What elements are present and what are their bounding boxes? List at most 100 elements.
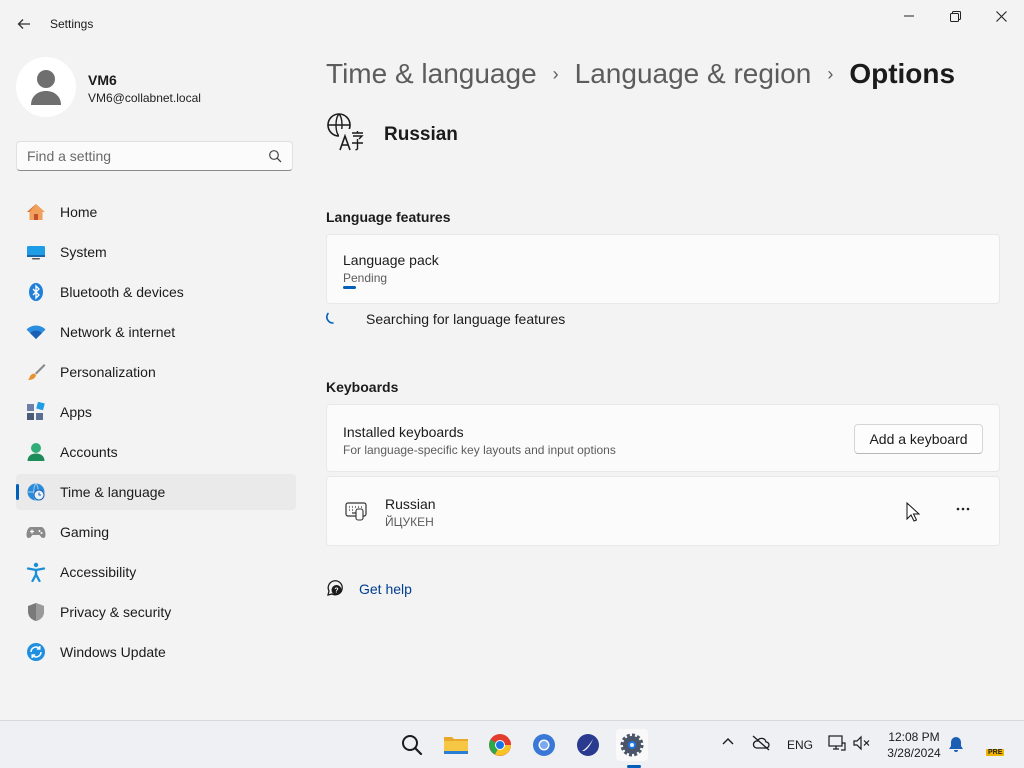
sidebar-item-time-language[interactable]: Time & language: [16, 474, 296, 510]
search-icon: [402, 735, 423, 756]
input-language-indicator[interactable]: ENG: [787, 738, 813, 752]
taskbar-file-explorer[interactable]: [440, 729, 472, 761]
sidebar-item-apps[interactable]: Apps: [16, 394, 296, 430]
sidebar-nav: Home System Bluetooth & devices Network …: [16, 194, 296, 674]
show-hidden-icons-button[interactable]: [722, 736, 734, 751]
network-button[interactable]: [828, 735, 846, 754]
ellipsis-icon: [956, 507, 970, 511]
language-pack-title: Language pack: [343, 252, 439, 268]
home-icon: [26, 202, 46, 222]
language-pack-progress-bar: [343, 286, 356, 289]
svg-text:?: ?: [334, 588, 338, 595]
preview-build-badge: PRE: [986, 749, 1005, 756]
sidebar: VM6 VM6@collabnet.local Home System Blue…: [0, 48, 310, 720]
restore-button[interactable]: [932, 0, 978, 32]
sidebar-item-home[interactable]: Home: [16, 194, 296, 230]
clock-date: 3/28/2024: [887, 746, 941, 760]
search-box: [16, 141, 293, 171]
sidebar-item-label: Apps: [60, 404, 92, 420]
language-icon: [327, 113, 364, 151]
search-input[interactable]: [17, 142, 282, 170]
sidebar-item-label: Accessibility: [60, 564, 137, 580]
sidebar-item-personalization[interactable]: Personalization: [16, 354, 296, 390]
breadcrumb-time-language[interactable]: Time & language: [326, 58, 537, 90]
title-bar: Settings: [0, 0, 1024, 48]
onedrive-button[interactable]: [752, 735, 770, 754]
file-explorer-icon: [444, 737, 468, 754]
settings-icon: [620, 733, 644, 757]
keyboard-layout: ЙЦУКЕН: [385, 515, 434, 529]
back-arrow-icon: [17, 19, 30, 29]
volume-button[interactable]: [853, 735, 871, 754]
add-keyboard-button[interactable]: Add a keyboard: [854, 424, 983, 454]
chrome-icon: [489, 734, 512, 756]
taskbar-chrome-canary[interactable]: [528, 729, 560, 761]
mouse-cursor-icon: [906, 502, 920, 522]
brush-icon: [26, 362, 46, 382]
accounts-icon: [26, 442, 46, 462]
notifications-button[interactable]: [948, 736, 964, 756]
apps-icon: [26, 402, 46, 422]
chrome-canary-icon: [533, 734, 555, 756]
minimize-icon: [904, 15, 914, 17]
taskbar: ENG 12:08 PM 3/28/2024 PRE: [0, 720, 1024, 768]
close-button[interactable]: [978, 0, 1024, 32]
wifi-icon: [26, 322, 46, 342]
update-icon: [26, 642, 46, 662]
chevron-right-icon: ›: [552, 63, 559, 84]
back-button[interactable]: [12, 12, 36, 36]
keyboard-icon: [345, 502, 367, 521]
volume-muted-icon: [853, 735, 870, 751]
sidebar-item-label: System: [60, 244, 107, 260]
sidebar-item-system[interactable]: System: [16, 234, 296, 270]
restore-icon: [949, 10, 961, 22]
more-options-button[interactable]: [951, 497, 975, 521]
network-icon: [828, 735, 846, 751]
avatar[interactable]: [16, 57, 76, 117]
gaming-icon: [26, 522, 46, 542]
sidebar-item-windows-update[interactable]: Windows Update: [16, 634, 296, 670]
feather-app-icon: [577, 734, 599, 756]
clock[interactable]: 12:08 PM 3/28/2024: [878, 729, 950, 761]
minimize-button[interactable]: [886, 0, 932, 32]
taskbar-search-button[interactable]: [396, 729, 428, 761]
chevron-right-icon: ›: [827, 63, 834, 84]
sidebar-item-label: Windows Update: [60, 644, 166, 660]
breadcrumb: Time & language › Language & region › Op…: [326, 58, 955, 90]
loading-spinner-icon: [326, 312, 334, 324]
keyboard-item-russian[interactable]: Russian ЙЦУКЕН: [326, 476, 1000, 546]
clock-time: 12:08 PM: [888, 730, 940, 744]
profile-email: VM6@collabnet.local: [88, 91, 201, 105]
taskbar-chrome[interactable]: [484, 729, 516, 761]
page-title: Options: [849, 58, 956, 89]
sidebar-item-privacy[interactable]: Privacy & security: [16, 594, 296, 630]
sidebar-item-network[interactable]: Network & internet: [16, 314, 296, 350]
keyboard-name: Russian: [385, 496, 436, 512]
sidebar-item-label: Personalization: [60, 364, 156, 380]
sidebar-item-bluetooth[interactable]: Bluetooth & devices: [16, 274, 296, 310]
taskbar-feather-app[interactable]: [572, 729, 604, 761]
get-help-link[interactable]: Get help: [359, 581, 412, 597]
system-icon: [26, 242, 46, 262]
sidebar-item-label: Time & language: [60, 484, 166, 500]
cloud-offline-icon: [752, 735, 770, 751]
installed-keyboards-title: Installed keyboards: [343, 424, 464, 440]
close-icon: [995, 10, 1007, 22]
accessibility-icon: [26, 562, 46, 582]
keyboards-heading: Keyboards: [326, 379, 399, 395]
profile-name: VM6: [88, 72, 117, 88]
installed-keyboards-description: For language-specific key layouts and in…: [343, 443, 616, 457]
time-language-icon: [26, 482, 46, 502]
sidebar-item-label: Network & internet: [60, 324, 176, 340]
taskbar-settings[interactable]: [616, 729, 648, 761]
sidebar-item-accessibility[interactable]: Accessibility: [16, 554, 296, 590]
sidebar-item-accounts[interactable]: Accounts: [16, 434, 296, 470]
breadcrumb-language-region[interactable]: Language & region: [575, 58, 812, 90]
search-icon[interactable]: [268, 149, 282, 163]
app-title: Settings: [50, 17, 94, 31]
sidebar-item-label: Bluetooth & devices: [60, 284, 184, 300]
sidebar-item-gaming[interactable]: Gaming: [16, 514, 296, 550]
installed-keyboards-card: Installed keyboards For language-specifi…: [326, 404, 1000, 472]
language-name: Russian: [384, 124, 458, 145]
user-avatar-icon: [31, 70, 61, 105]
